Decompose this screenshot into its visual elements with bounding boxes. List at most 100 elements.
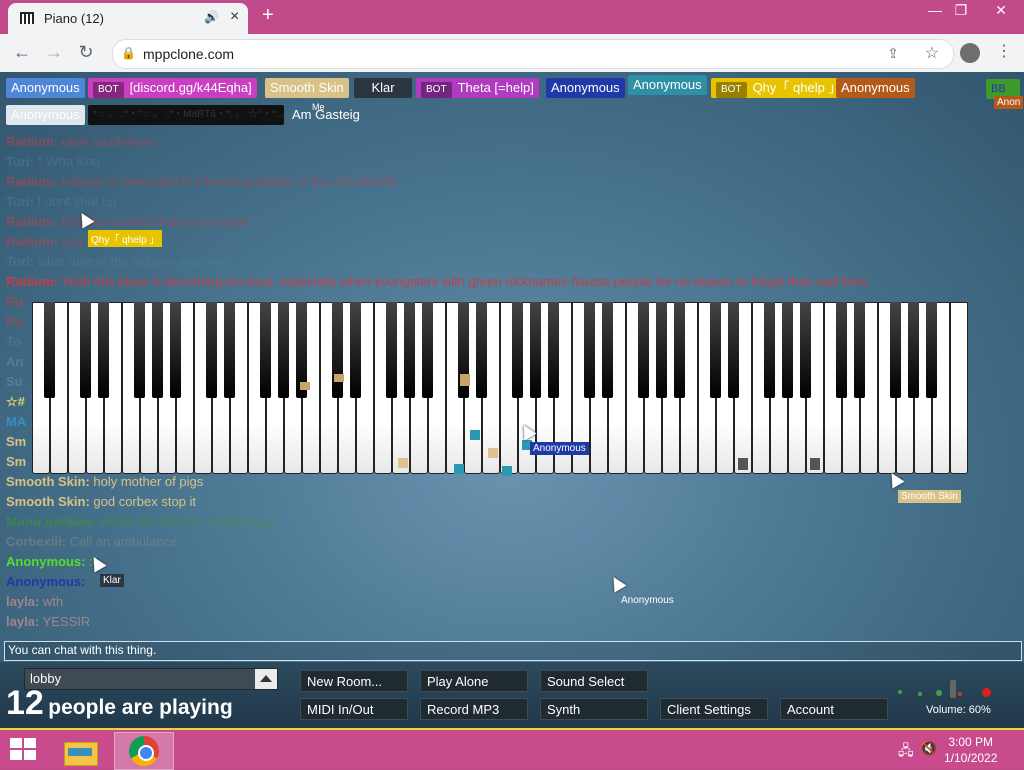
url-text[interactable]: mppclone.com: [143, 46, 234, 62]
black-key[interactable]: [782, 302, 793, 398]
black-key[interactable]: [728, 302, 739, 398]
user-tag-me[interactable]: Am Gasteig: [287, 105, 365, 125]
volume-dot[interactable]: [918, 692, 922, 696]
black-key[interactable]: [386, 302, 397, 398]
volume-dot[interactable]: [898, 690, 902, 694]
black-key[interactable]: [800, 302, 811, 398]
speaker-icon[interactable]: 🔊: [204, 10, 219, 24]
black-key[interactable]: [926, 302, 937, 398]
user-tag[interactable]: *☆.。.:*・°☆.。.:*・MäRTä・*:.。.☆°・*:.。.☆*: [88, 105, 284, 125]
black-key[interactable]: [404, 302, 415, 398]
account-button[interactable]: Account: [780, 698, 888, 720]
synth-button[interactable]: Synth: [540, 698, 648, 720]
menu-kebab-icon[interactable]: ⋮: [996, 41, 1012, 61]
chat-author[interactable]: Tori:: [6, 254, 34, 269]
black-key[interactable]: [260, 302, 271, 398]
chat-author[interactable]: Ru: [6, 314, 23, 329]
chat-author[interactable]: Anonymous:: [6, 574, 85, 589]
chat-author[interactable]: layla:: [6, 614, 39, 629]
chat-author[interactable]: Tori:: [6, 194, 34, 209]
chat-author[interactable]: layla:: [6, 594, 39, 609]
black-key[interactable]: [332, 302, 343, 398]
black-key[interactable]: [152, 302, 163, 398]
new-room-button[interactable]: New Room...: [300, 670, 408, 692]
black-key[interactable]: [350, 302, 361, 398]
new-tab-button[interactable]: +: [262, 4, 274, 27]
volume-dot[interactable]: [936, 690, 942, 696]
browser-tab[interactable]: Piano (12) 🔊 ×: [8, 3, 248, 34]
user-tag[interactable]: BOT Qhy「 qhelp 」: [711, 78, 847, 98]
play-alone-button[interactable]: Play Alone: [420, 670, 528, 692]
address-bar[interactable]: 🔒 mppclone.com ⇪ ☆: [112, 39, 954, 69]
chat-author[interactable]: MA: [6, 414, 26, 429]
black-key[interactable]: [80, 302, 91, 398]
chat-author[interactable]: Anonymous:: [6, 554, 85, 569]
maximize-button[interactable]: ❐: [946, 2, 976, 19]
black-key[interactable]: [710, 302, 721, 398]
black-key[interactable]: [206, 302, 217, 398]
black-key[interactable]: [638, 302, 649, 398]
black-key[interactable]: [602, 302, 613, 398]
user-tag[interactable]: Anonymous: [6, 78, 85, 98]
user-tag[interactable]: Smooth Skin: [265, 78, 349, 98]
record-mp3-button[interactable]: Record MP3: [420, 698, 528, 720]
chrome-taskbar-button[interactable]: [114, 732, 174, 770]
chat-author[interactable]: Smooth Skin:: [6, 494, 90, 509]
user-tag[interactable]: Anonymous: [836, 78, 915, 98]
lock-icon[interactable]: 🔒: [121, 46, 136, 60]
chat-author[interactable]: Мило добрая:: [6, 514, 96, 529]
chat-author[interactable]: Sm: [6, 434, 26, 449]
windows-start-icon[interactable]: [10, 738, 38, 762]
profile-avatar-icon[interactable]: [960, 43, 980, 63]
black-key[interactable]: [908, 302, 919, 398]
black-key[interactable]: [170, 302, 181, 398]
volume-knob[interactable]: [950, 680, 956, 698]
bookmark-star-icon[interactable]: ☆: [925, 43, 939, 63]
reload-icon[interactable]: ↻: [74, 42, 98, 63]
black-key[interactable]: [422, 302, 433, 398]
chat-author[interactable]: ☆#: [6, 394, 25, 409]
black-key[interactable]: [584, 302, 595, 398]
user-tag[interactable]: Klar: [354, 78, 412, 98]
chat-author[interactable]: Radium:: [6, 134, 58, 149]
window-close-button[interactable]: ✕: [986, 2, 1016, 19]
black-key[interactable]: [674, 302, 685, 398]
white-key[interactable]: [950, 302, 968, 474]
chat-author[interactable]: Sm: [6, 454, 26, 469]
black-key[interactable]: [278, 302, 289, 398]
piano-keyboard[interactable]: [32, 302, 968, 476]
black-key[interactable]: [656, 302, 667, 398]
chat-author[interactable]: Radium:: [6, 174, 58, 189]
chat-placeholder[interactable]: You can chat with this thing.: [8, 643, 156, 657]
black-key[interactable]: [512, 302, 523, 398]
chat-author[interactable]: Su: [6, 374, 23, 389]
chat-author[interactable]: To: [6, 334, 21, 349]
system-clock[interactable]: 3:00 PM 1/10/2022: [944, 734, 997, 766]
black-key[interactable]: [476, 302, 487, 398]
user-tag[interactable]: Anonymous: [546, 78, 625, 98]
black-key[interactable]: [98, 302, 109, 398]
user-tag[interactable]: Anonymous: [628, 75, 707, 95]
chat-author[interactable]: An: [6, 354, 23, 369]
black-key[interactable]: [44, 302, 55, 398]
client-settings-button[interactable]: Client Settings: [660, 698, 768, 720]
chat-author[interactable]: Tori:: [6, 154, 34, 169]
midi-button[interactable]: MIDI In/Out: [300, 698, 408, 720]
black-key[interactable]: [854, 302, 865, 398]
volume-dot[interactable]: [982, 688, 991, 697]
chat-input[interactable]: You can chat with this thing.: [4, 641, 1022, 661]
black-key[interactable]: [764, 302, 775, 398]
chat-author[interactable]: Corbexiii:: [6, 534, 66, 549]
user-tag[interactable]: Anonymous: [6, 105, 85, 125]
back-icon[interactable]: ←: [10, 42, 34, 63]
close-tab-icon[interactable]: ×: [230, 8, 239, 26]
chevron-up-icon[interactable]: [255, 669, 277, 689]
share-icon[interactable]: ⇪: [887, 45, 899, 62]
black-key[interactable]: [224, 302, 235, 398]
volume-dot[interactable]: [958, 692, 962, 696]
chat-author[interactable]: Radium:: [6, 234, 58, 249]
black-key[interactable]: [530, 302, 541, 398]
black-key[interactable]: [890, 302, 901, 398]
chat-author[interactable]: Radium:: [6, 274, 58, 289]
black-key[interactable]: [548, 302, 559, 398]
